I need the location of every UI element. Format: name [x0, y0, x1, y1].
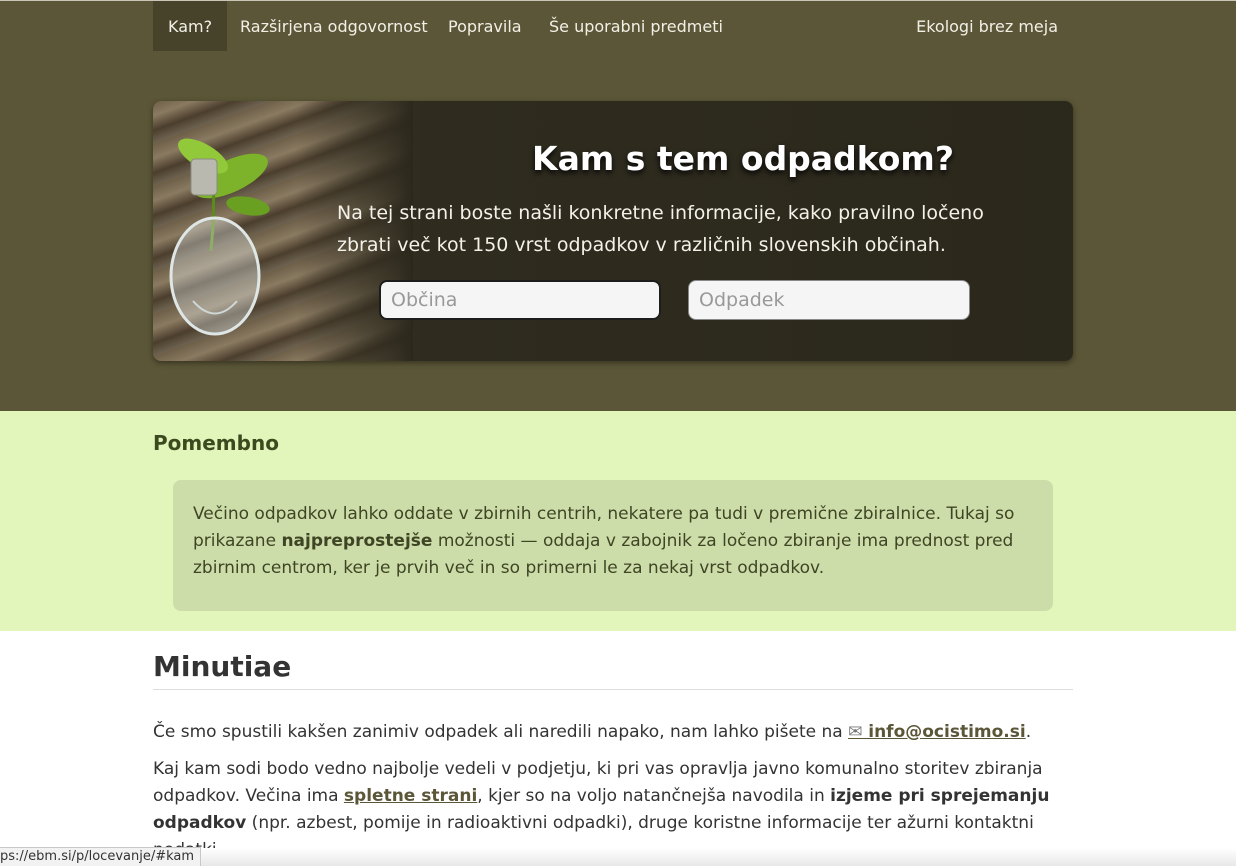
contact-text-end: .: [1025, 722, 1032, 742]
email-link[interactable]: ✉ info@ocistimo.si: [848, 722, 1026, 742]
envelope-icon: ✉: [848, 722, 863, 742]
nav-item-extended-responsibility[interactable]: Razširjena odgovornost: [225, 1, 443, 51]
notice-bold-text: najpreprostejše: [281, 531, 433, 551]
important-heading: Pomembno: [153, 431, 279, 455]
minutiae-section: Minutiae Če smo spustili kakšen zanimiv …: [153, 631, 1073, 860]
nav-item-repairs[interactable]: Popravila: [433, 1, 537, 51]
contact-paragraph: Če smo spustili kakšen zanimiv odpadek a…: [153, 719, 1031, 746]
nav-item-ekologi-brez-meja[interactable]: Ekologi brez meja: [901, 1, 1073, 51]
browser-status-bar: ps://ebm.si/p/locevanje/#kam: [0, 847, 202, 866]
hero-description: Na tej strani boste našli konkretne info…: [337, 202, 984, 256]
important-section: Pomembno Večino odpadkov lahko oddate v …: [0, 411, 1236, 631]
important-notice: Večino odpadkov lahko oddate v zbirnih c…: [173, 480, 1053, 611]
hero-panel: Kam s tem odpadkom? Na tej strani boste …: [153, 101, 1073, 361]
nav-item-kam[interactable]: Kam?: [153, 1, 228, 51]
minutiae-heading: Minutiae: [153, 651, 1073, 690]
top-navigation: Kam? Razširjena odgovornost Popravila Še…: [153, 1, 1073, 51]
municipality-input[interactable]: [379, 280, 661, 320]
email-address: info@ocistimo.si: [862, 722, 1026, 742]
utility-text-b: , kjer so na voljo natančnejša navodila …: [477, 786, 831, 806]
contact-text: Če smo spustili kakšen zanimiv odpadek a…: [153, 722, 849, 742]
waste-input[interactable]: [688, 280, 970, 320]
nav-item-usable-items[interactable]: Še uporabni predmeti: [534, 1, 738, 51]
hero-title: Kam s tem odpadkom?: [532, 139, 954, 178]
websites-link[interactable]: spletne strani: [344, 786, 477, 806]
header-band: Kam? Razširjena odgovornost Popravila Še…: [0, 0, 1236, 412]
